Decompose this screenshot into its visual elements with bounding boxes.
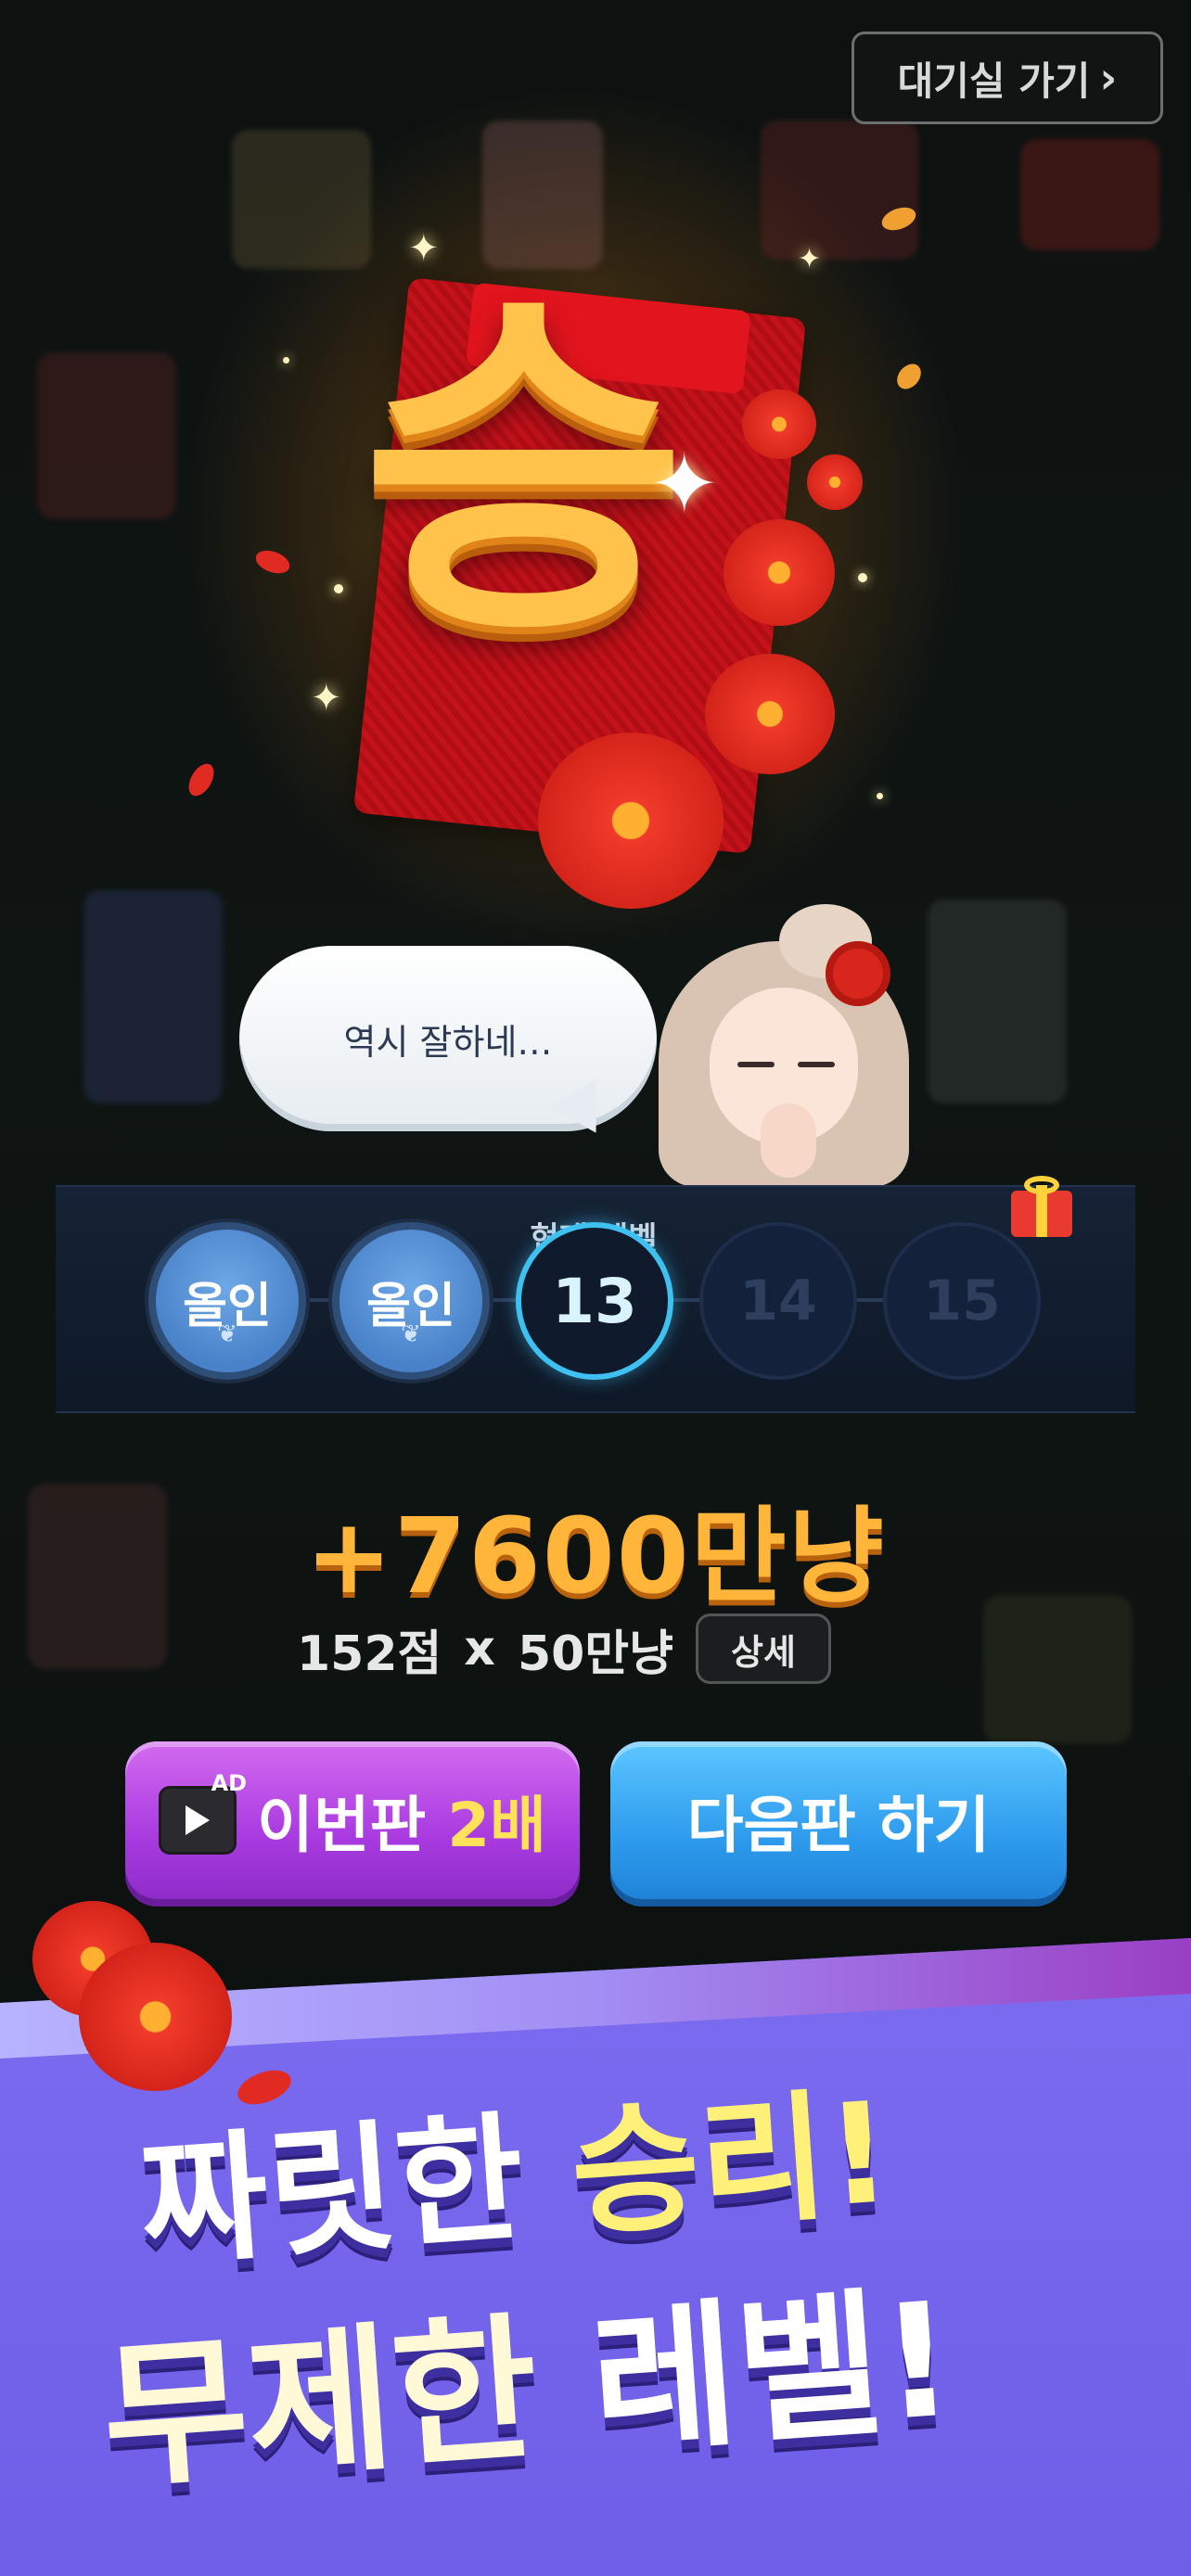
background-card bbox=[761, 121, 918, 260]
sparkle-icon: ✦ bbox=[408, 227, 440, 270]
reward-amount: +7600만냥 bbox=[305, 1497, 886, 1617]
sparkle-dot bbox=[858, 573, 867, 582]
level-connector bbox=[490, 1298, 518, 1302]
background-card bbox=[37, 352, 176, 519]
ad-button-highlight: 2배 bbox=[447, 1790, 546, 1861]
level-step-label: 14 bbox=[739, 1269, 817, 1333]
level-step-label: 13 bbox=[552, 1265, 637, 1337]
sparkle-icon: ✦ bbox=[649, 436, 720, 533]
plum-blossom-icon bbox=[79, 1943, 232, 2091]
level-step-label: 15 bbox=[923, 1269, 1001, 1333]
level-connector bbox=[857, 1298, 885, 1302]
promo-text-highlight: 무제한 bbox=[96, 2297, 544, 2511]
speech-text: 역시 잘하네… bbox=[343, 1021, 553, 1063]
level-step-current: 13 bbox=[516, 1222, 673, 1380]
promo-text: 짜릿한 bbox=[134, 2098, 530, 2287]
plum-blossom-icon bbox=[807, 454, 863, 510]
detail-button[interactable]: 상세 bbox=[695, 1613, 831, 1684]
laurel-icon: ❦ bbox=[217, 1320, 237, 1348]
promo-text-highlight: 승리! bbox=[566, 2072, 897, 2256]
background-card bbox=[83, 890, 223, 1103]
sparkle-dot bbox=[877, 793, 883, 799]
video-ad-icon: AD bbox=[159, 1770, 247, 1855]
petal-icon bbox=[183, 759, 220, 800]
multiplier-value: 50만냥 bbox=[517, 1626, 673, 1682]
next-game-button[interactable]: 다음판 하기 bbox=[610, 1741, 1067, 1899]
plum-blossom-icon bbox=[742, 389, 816, 459]
petal-icon bbox=[252, 546, 293, 578]
level-step-completed: 올인 ❦ bbox=[148, 1222, 306, 1380]
background-card bbox=[928, 899, 1067, 1103]
plum-blossom-icon bbox=[705, 654, 835, 774]
gift-icon[interactable] bbox=[1011, 1176, 1072, 1237]
laurel-icon: ❦ bbox=[401, 1320, 421, 1348]
sparkle-icon: ✦ bbox=[798, 243, 822, 275]
score-value: 152점 bbox=[297, 1626, 442, 1682]
ad-badge: AD bbox=[211, 1770, 248, 1796]
times-sign: x bbox=[464, 1621, 495, 1677]
background-card bbox=[232, 130, 371, 269]
ad-button-label: 이번판 bbox=[257, 1790, 427, 1861]
opponent-character bbox=[649, 904, 918, 1187]
lobby-button-label: 대기실 가기 bbox=[897, 57, 1091, 104]
level-step-locked: 14 bbox=[699, 1222, 857, 1380]
petal-icon bbox=[891, 359, 927, 394]
plum-blossom-icon bbox=[538, 733, 724, 909]
background-card bbox=[482, 121, 603, 269]
detail-button-label: 상세 bbox=[731, 1631, 796, 1673]
level-step-completed: 올인 ❦ bbox=[332, 1222, 490, 1380]
level-connector bbox=[306, 1298, 334, 1302]
watch-ad-double-button[interactable]: AD 이번판 2배 bbox=[125, 1741, 580, 1899]
sparkle-icon: ✦ bbox=[311, 677, 342, 720]
level-step-locked: 15 bbox=[883, 1222, 1041, 1380]
reward-formula: 152점 x 50만냥 상세 bbox=[297, 1612, 831, 1686]
level-connector bbox=[673, 1298, 701, 1302]
plum-blossom-icon bbox=[724, 519, 835, 626]
game-result-screen: 대기실 가기 › 승 ✦ ✦ ✦ ✦ 역시 잘하네… 현재 레벨 올인 bbox=[0, 0, 1191, 2576]
chevron-right-icon: › bbox=[1099, 53, 1118, 103]
next-game-label: 다음판 하기 bbox=[686, 1790, 991, 1861]
lobby-button[interactable]: 대기실 가기 › bbox=[852, 32, 1163, 124]
promo-text: 레벨! bbox=[585, 2268, 960, 2477]
sparkle-dot bbox=[334, 584, 343, 593]
sparkle-dot bbox=[283, 357, 289, 363]
background-card bbox=[1020, 139, 1159, 250]
